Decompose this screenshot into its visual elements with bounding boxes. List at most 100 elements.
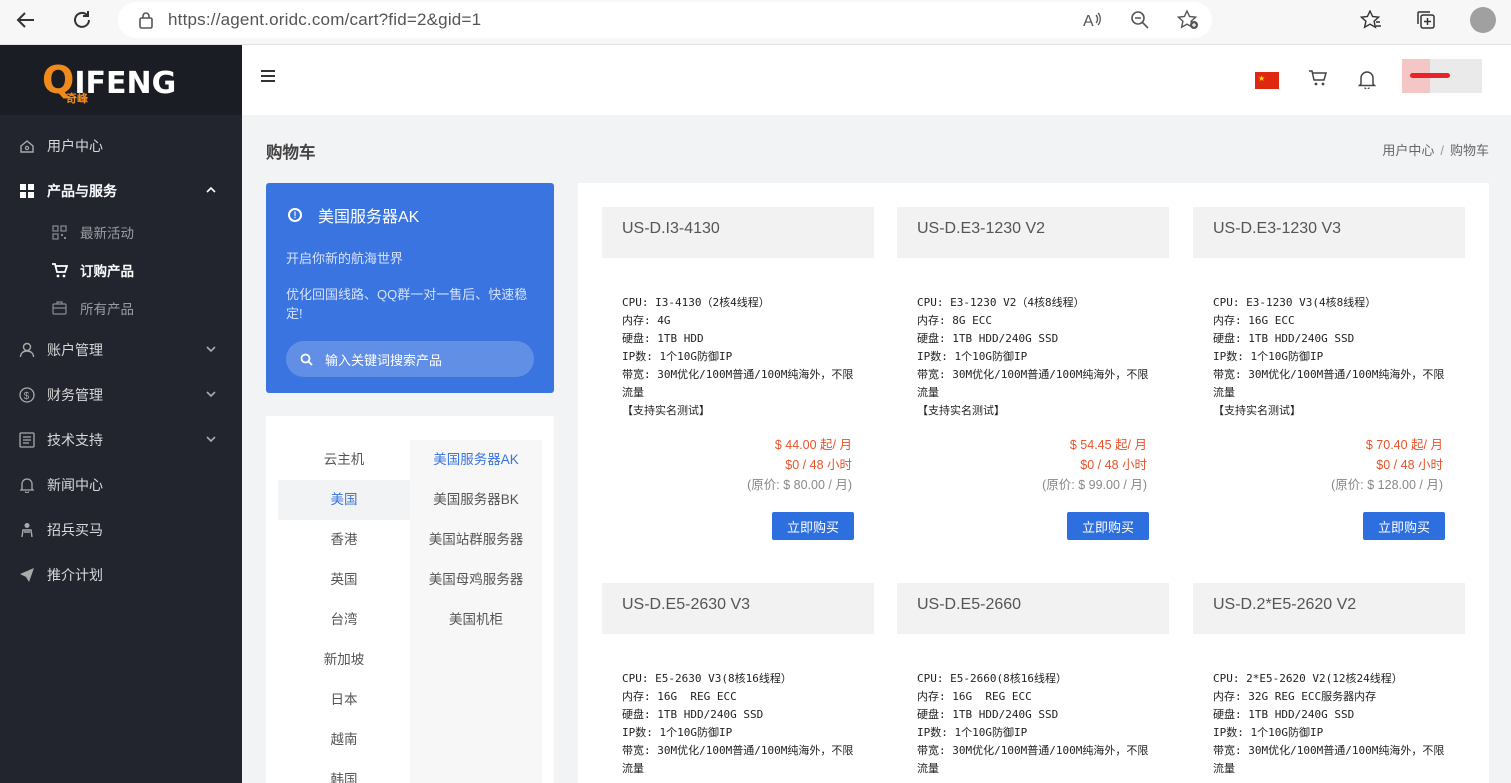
sidebar-item-account[interactable]: 账户管理 xyxy=(0,327,242,372)
category-panel: 云主机 美国 香港 英国 台湾 新加坡 日本 越南 韩国 美国服务器AK 美国服… xyxy=(266,416,554,783)
product-group-item[interactable]: 美国母鸡服务器 xyxy=(410,560,542,600)
browser-icons xyxy=(1343,2,1511,38)
refresh-icon xyxy=(74,11,90,28)
refresh-button[interactable] xyxy=(62,0,102,40)
user-icon xyxy=(18,341,36,359)
chevron-down-icon xyxy=(206,432,216,446)
buy-now-button[interactable]: 立即购买 xyxy=(772,512,854,540)
product-spec: CPU: 2*E5-2620 V2(12核24线程） 内存: 32G REG E… xyxy=(1213,672,1445,775)
product-spec: CPU: E3-1230 V2（4核8线程） 内存: 8G ECC 硬盘: 1T… xyxy=(917,296,1149,417)
sidebar-item-products-services[interactable]: 产品与服务 xyxy=(0,168,242,213)
product-card: US-D.I3-4130 CPU: I3-4130（2核4线程） 内存: 4G … xyxy=(602,207,874,559)
qrcode-icon xyxy=(50,223,68,241)
cart-icon xyxy=(1309,70,1327,86)
buy-now-button[interactable]: 立即购买 xyxy=(1363,512,1445,540)
cart-icon xyxy=(50,261,68,279)
favorites-icon[interactable] xyxy=(1343,10,1399,30)
sidebar-item-recruit[interactable]: 招兵买马 xyxy=(0,507,242,552)
sidebar-subitem-all-products[interactable]: 所有产品 xyxy=(0,289,242,327)
product-spec: CPU: E3-1230 V3(4核8线程） 内存: 16G ECC 硬盘: 1… xyxy=(1213,296,1445,417)
notifications-button[interactable] xyxy=(1357,69,1377,94)
zoom-out-icon[interactable] xyxy=(1116,10,1164,30)
read-aloud-icon[interactable]: A xyxy=(1068,11,1116,29)
region-list: 云主机 美国 香港 英国 台湾 新加坡 日本 越南 韩国 xyxy=(278,440,410,783)
sidebar-subitem-latest-events[interactable]: 最新活动 xyxy=(0,213,242,251)
back-button[interactable] xyxy=(6,0,46,40)
address-bar[interactable]: https://agent.oridc.com/cart?fid=2&gid=1… xyxy=(118,2,1212,38)
product-group-item[interactable]: 美国站群服务器 xyxy=(410,520,542,560)
region-item[interactable]: 台湾 xyxy=(278,600,410,640)
region-item[interactable]: 云主机 xyxy=(278,440,410,480)
back-arrow-icon xyxy=(16,12,34,28)
logo: QIFENG 奇峰 xyxy=(42,58,176,105)
sidebar-item-tech-support[interactable]: 技术支持 xyxy=(0,417,242,462)
region-item[interactable]: 美国 xyxy=(278,480,410,520)
list-icon xyxy=(18,431,36,449)
profile-avatar[interactable] xyxy=(1455,7,1511,33)
sidebar-menu: 用户中心 产品与服务 最新活动 订购产品 所有产品 账户管理 $ 财务管理 技术… xyxy=(0,115,242,597)
sidebar-item-referral[interactable]: 推介计划 xyxy=(0,552,242,597)
chevron-down-icon xyxy=(206,387,216,401)
buy-now-button[interactable]: 立即购买 xyxy=(1067,512,1149,540)
chevron-down-icon xyxy=(206,342,216,356)
trial-price: $0 / 48 小时 xyxy=(785,458,852,472)
collections-icon[interactable] xyxy=(1399,10,1455,30)
sidebar-item-label: 新闻中心 xyxy=(47,476,103,493)
region-item[interactable]: 日本 xyxy=(278,680,410,720)
product-group-item[interactable]: 美国机柜 xyxy=(410,600,542,640)
sidebar-item-finance[interactable]: $ 财务管理 xyxy=(0,372,242,417)
region-item[interactable]: 越南 xyxy=(278,720,410,760)
region-item[interactable]: 韩国 xyxy=(278,760,410,783)
sidebar: QIFENG 奇峰 用户中心 产品与服务 最新活动 订购产品 所有产品 账户管理 xyxy=(0,45,242,783)
sidebar-item-label: 产品与服务 xyxy=(47,182,117,199)
china-flag-icon[interactable]: ★ xyxy=(1255,72,1279,89)
product-price: $ 54.45 起/ 月 $0 / 48 小时 (原价: $ 99.00 / 月… xyxy=(1042,435,1147,495)
region-item[interactable]: 香港 xyxy=(278,520,410,560)
product-name: US-D.E5-2660 xyxy=(897,583,1169,634)
monthly-price: $ 70.40 起/ 月 xyxy=(1365,438,1443,452)
cart-button[interactable] xyxy=(1308,69,1328,92)
product-card: US-D.E5-2660 CPU: E5-2660(8核16线程） 内存: 16… xyxy=(897,583,1169,783)
monthly-price: $ 44.00 起/ 月 xyxy=(774,438,852,452)
svg-text:$: $ xyxy=(24,391,30,402)
product-search-input[interactable]: 输入关键词搜索产品 xyxy=(286,341,534,377)
trial-price: $0 / 48 小时 xyxy=(1080,458,1147,472)
category-promo-card: ! 美国服务器AK 开启你新的航海世界 优化回国线路、QQ群一对一售后、快速稳定… xyxy=(266,183,554,393)
product-group-item[interactable]: 美国服务器BK xyxy=(410,480,542,520)
product-grid: US-D.I3-4130 CPU: I3-4130（2核4线程） 内存: 4G … xyxy=(578,183,1489,783)
trial-price: $0 / 48 小时 xyxy=(1376,458,1443,472)
sidebar-item-label: 技术支持 xyxy=(47,431,103,448)
breadcrumb-link-user-center[interactable]: 用户中心 xyxy=(1382,143,1434,158)
promo-title: ! 美国服务器AK xyxy=(286,203,534,227)
sidebar-item-news[interactable]: 新闻中心 xyxy=(0,462,242,507)
breadcrumb: 用户中心 / 购物车 xyxy=(1382,143,1489,158)
product-name: US-D.E3-1230 V3 xyxy=(1193,207,1465,258)
breadcrumb-current: 购物车 xyxy=(1449,143,1489,158)
redaction-mark xyxy=(1410,73,1450,78)
user-profile-redacted[interactable] xyxy=(1402,59,1482,93)
product-name: US-D.I3-4130 xyxy=(602,207,874,258)
sidebar-item-label: 账户管理 xyxy=(47,341,103,358)
region-item[interactable]: 新加坡 xyxy=(278,640,410,680)
menu-toggle-button[interactable] xyxy=(260,69,276,88)
logo-subtitle: 奇峰 xyxy=(66,92,88,105)
page-title: 购物车 xyxy=(266,144,316,162)
search-icon xyxy=(300,353,313,366)
sidebar-item-label: 用户中心 xyxy=(47,137,103,154)
sidebar-item-label: 财务管理 xyxy=(47,386,103,403)
product-group-item[interactable]: 美国服务器AK xyxy=(410,440,542,480)
sidebar-subitem-order-products[interactable]: 订购产品 xyxy=(0,251,242,289)
info-icon: ! xyxy=(288,208,302,222)
dollar-icon: $ xyxy=(18,386,36,404)
add-favorite-icon[interactable] xyxy=(1164,10,1212,30)
top-header: ★ xyxy=(242,45,1511,115)
grid-icon xyxy=(18,182,36,200)
original-price: (原价: $ 80.00 / 月) xyxy=(747,478,852,492)
box-icon xyxy=(50,299,68,317)
sidebar-item-label: 招兵买马 xyxy=(47,521,103,538)
region-item[interactable]: 英国 xyxy=(278,560,410,600)
original-price: (原价: $ 128.00 / 月) xyxy=(1331,478,1443,492)
svg-text:A: A xyxy=(1083,13,1094,29)
logo-area[interactable]: QIFENG 奇峰 xyxy=(0,45,242,115)
sidebar-item-user-center[interactable]: 用户中心 xyxy=(0,123,242,168)
